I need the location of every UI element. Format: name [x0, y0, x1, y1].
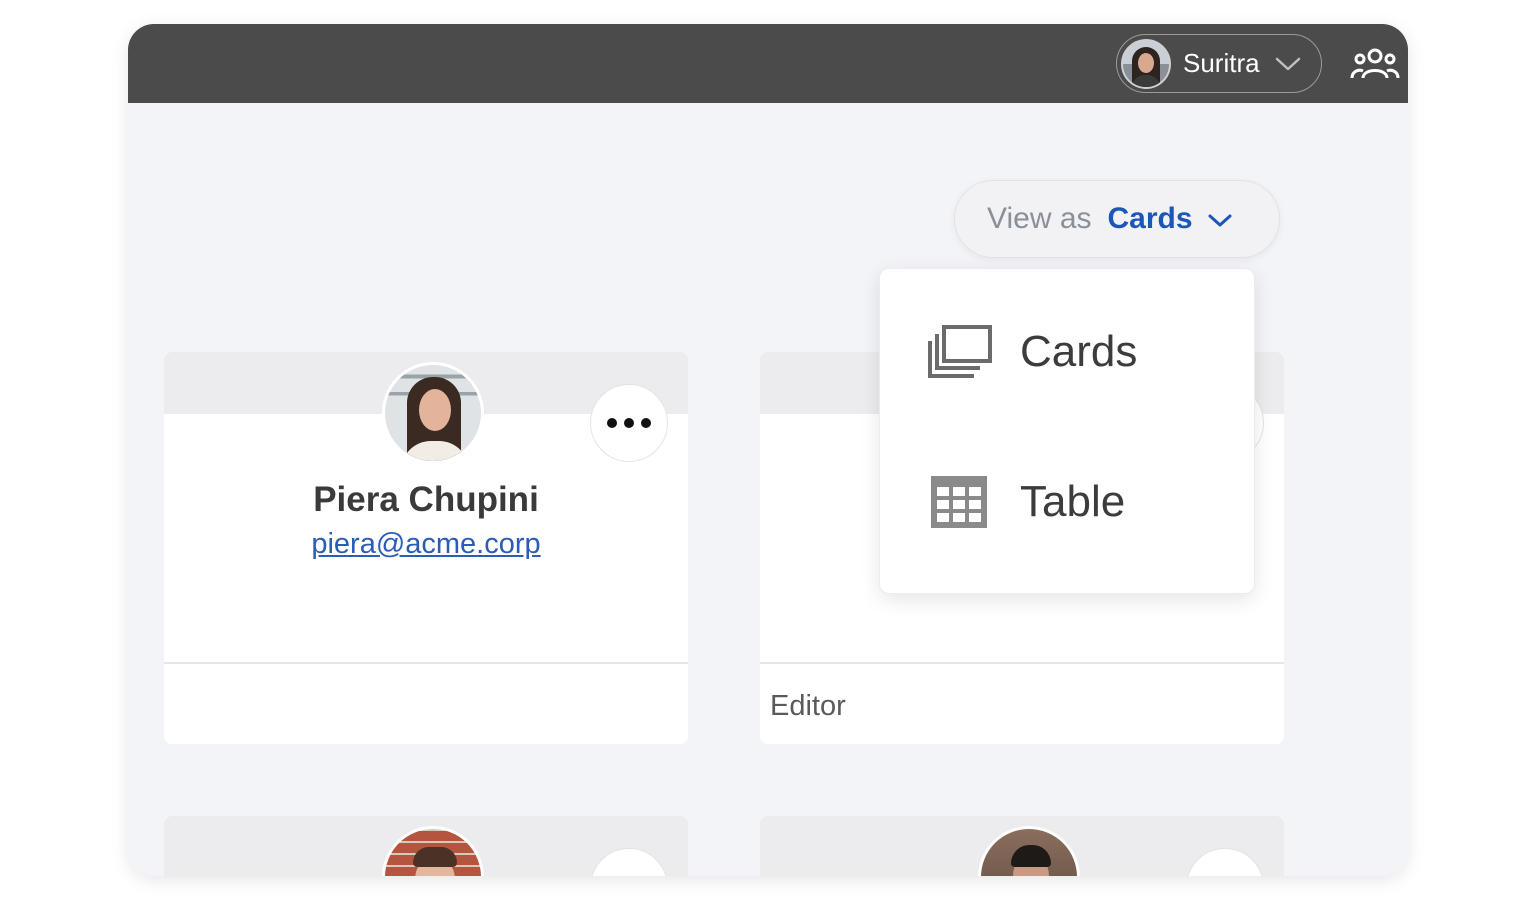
- table-icon: [931, 476, 987, 528]
- user-card-role: Editor: [770, 690, 846, 722]
- view-as-dropdown[interactable]: View as Cards: [954, 180, 1280, 258]
- more-options-button[interactable]: [590, 384, 668, 462]
- menu-item-label: Table: [1020, 477, 1126, 526]
- user-name: Suritra: [1183, 48, 1260, 78]
- cards-icon: [928, 325, 992, 378]
- chevron-down-icon: [1275, 57, 1300, 70]
- user-card-email[interactable]: piera@acme.corp: [164, 528, 688, 561]
- top-bar: Suritra: [128, 24, 1408, 103]
- menu-item-label: Cards: [1020, 327, 1138, 376]
- menu-item-table[interactable]: Table: [880, 447, 1254, 557]
- user-card-name: Piera Chupini: [313, 480, 539, 519]
- team-icon[interactable]: [1350, 46, 1400, 82]
- card-divider: [164, 662, 688, 664]
- card-divider: [760, 662, 1284, 664]
- view-as-label: View as: [987, 202, 1092, 235]
- view-as-menu: Cards Table: [879, 268, 1255, 594]
- avatar: [382, 362, 484, 464]
- user-menu-button[interactable]: Suritra: [1116, 34, 1322, 93]
- menu-item-cards[interactable]: Cards: [880, 297, 1254, 407]
- user-avatar: [1121, 38, 1171, 89]
- app-window: Suritra View as Cards Piera Chupini pier…: [128, 24, 1408, 876]
- view-as-value: Cards: [1107, 202, 1193, 235]
- chevron-down-icon: [1208, 214, 1232, 227]
- more-horizontal-icon: [607, 418, 651, 428]
